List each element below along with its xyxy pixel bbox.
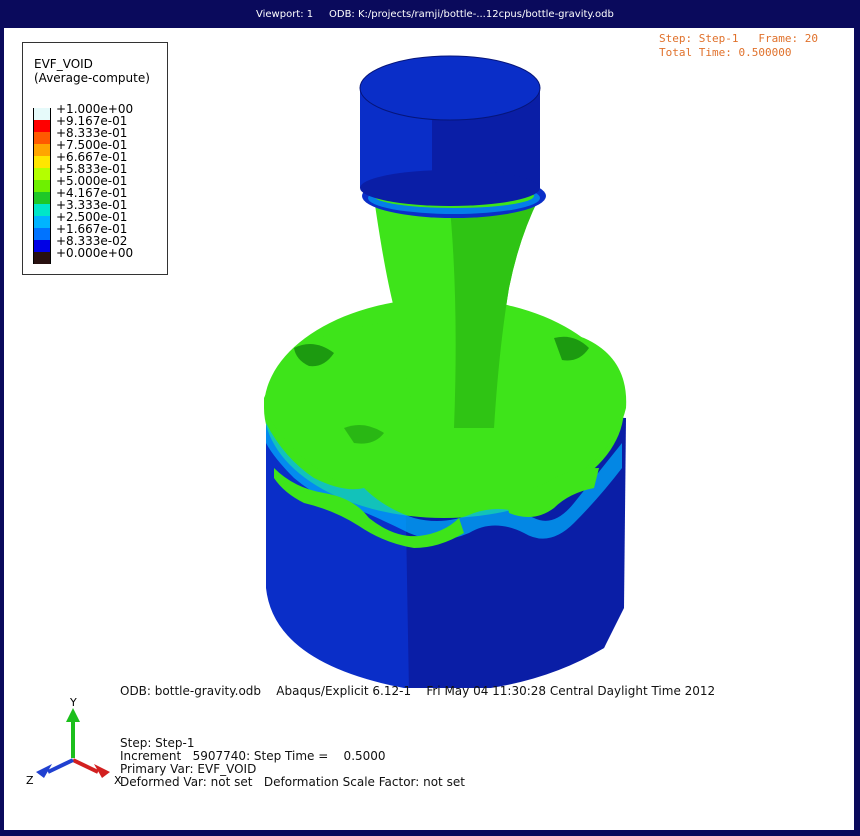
cap-bottom (360, 170, 540, 206)
bottle-model[interactable] (254, 48, 644, 688)
legend-swatch (33, 216, 51, 228)
legend-swatch (33, 156, 51, 168)
step-frame-label: Step: Step-1 Frame: 20 (659, 32, 818, 45)
increment-label: Increment 5907740: Step Time = 0.5000 (120, 749, 386, 763)
legend-swatch (33, 180, 51, 192)
legend-swatch (33, 240, 51, 252)
legend-swatch (33, 108, 51, 120)
odb-path-label: ODB: K:/projects/ramji/bottle-...12cpus/… (329, 9, 614, 20)
primary-var-label: Primary Var: EVF_VOID (120, 762, 257, 776)
total-time-label: Total Time: 0.500000 (659, 46, 792, 59)
legend-swatch (33, 120, 51, 132)
legend-swatch (33, 144, 51, 156)
legend-averaging: (Average-compute) (34, 71, 150, 85)
step-info: Step: Step-1 Frame: 20 Total Time: 0.500… (659, 32, 818, 60)
legend-title: EVF_VOID (Average-compute) (34, 57, 150, 85)
legend-value: +0.000e+00 (56, 246, 134, 260)
legend-swatch (33, 192, 51, 204)
legend-swatch (33, 168, 51, 180)
cap-top (359, 55, 541, 121)
y-axis-label: Y (69, 696, 77, 709)
odb-info: ODB: bottle-gravity.odb Abaqus/Explicit … (120, 684, 716, 698)
viewport-title-bar: Viewport: 1 ODB: K:/projects/ramji/bottl… (0, 0, 860, 28)
legend-swatch (33, 132, 51, 144)
x-axis-label: X (114, 774, 122, 787)
viewport-canvas[interactable]: EVF_VOID (Average-compute) +1.000e+00 +9.… (4, 28, 854, 830)
y-axis-arrow-icon (66, 708, 80, 722)
deformed-var-label: Deformed Var: not set Deformation Scale … (120, 775, 465, 789)
legend-variable: EVF_VOID (34, 57, 93, 71)
coordinate-triad: Y Z X (26, 696, 122, 787)
legend-swatch (33, 204, 51, 216)
contour-legend: EVF_VOID (Average-compute) +1.000e+00 +9.… (22, 42, 168, 275)
z-axis-line (47, 758, 74, 774)
legend-swatch (33, 228, 51, 240)
viewport-label: Viewport: 1 (256, 9, 314, 20)
x-axis-line (72, 758, 99, 774)
step-label: Step: Step-1 (120, 736, 195, 750)
z-axis-label: Z (26, 774, 34, 787)
legend-swatch (33, 252, 51, 264)
